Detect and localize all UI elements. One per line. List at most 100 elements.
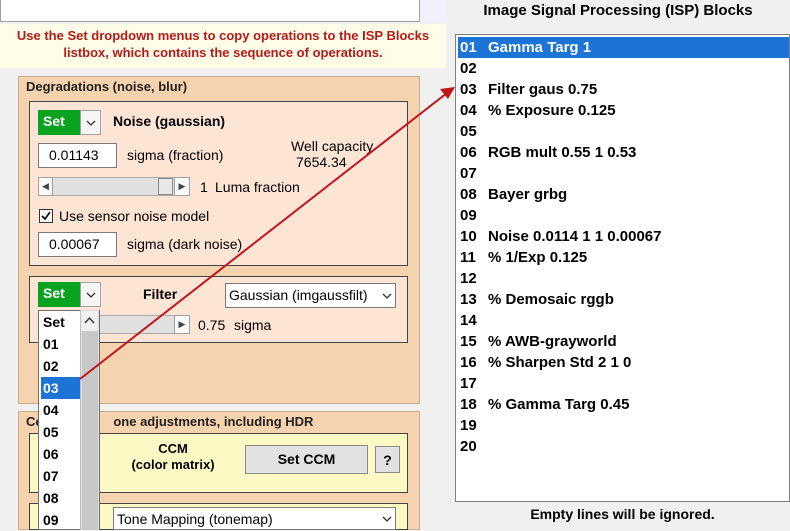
color-tone-title-rest: one adjustments, including HDR xyxy=(113,414,314,429)
sensor-noise-checkbox[interactable] xyxy=(39,209,53,223)
dropdown-item[interactable]: 05 xyxy=(43,421,79,443)
chevron-up-icon[interactable] xyxy=(81,311,98,331)
isp-row-text: % AWB-grayworld xyxy=(488,333,617,350)
help-button[interactable]: ? xyxy=(375,446,400,473)
isp-row-text: Gamma Targ 1 xyxy=(488,39,592,56)
dropdown-item[interactable]: 07 xyxy=(43,465,79,487)
luma-label: Luma fraction xyxy=(215,179,300,195)
isp-row-text: % 1/Exp 0.125 xyxy=(488,249,588,266)
filter-sigma-value: 0.75 xyxy=(198,317,226,333)
instructions-text: Use the Set dropdown menus to copy opera… xyxy=(0,24,446,68)
isp-row[interactable]: 07 xyxy=(458,163,789,184)
chevron-down-icon[interactable] xyxy=(379,509,395,528)
filter-type-value: Gaussian (imgaussfilt) xyxy=(229,287,368,303)
isp-title: Image Signal Processing (ISP) Blocks xyxy=(483,2,753,19)
filter-sigma-label: sigma xyxy=(234,317,272,333)
isp-row-text: % Gamma Targ 0.45 xyxy=(488,396,630,413)
ccm-label-line-1: CCM xyxy=(158,441,188,456)
isp-row-number: 12 xyxy=(460,270,477,287)
isp-row[interactable]: 10 Noise 0.0114 1 1 0.00067 xyxy=(458,226,789,247)
dropdown-item[interactable]: 09 xyxy=(43,509,79,531)
isp-row[interactable]: 11 % 1/Exp 0.125 xyxy=(458,247,789,268)
ccm-label: CCM (color matrix) xyxy=(113,441,233,473)
instructions-line-1: Use the Set dropdown menus to copy opera… xyxy=(16,28,430,43)
slider-thumb[interactable] xyxy=(158,178,173,195)
isp-row[interactable]: 04 % Exposure 0.125 xyxy=(458,100,789,121)
dark-noise-label: sigma (dark noise) xyxy=(127,236,243,252)
set-ccm-button[interactable]: Set CCM xyxy=(245,445,368,474)
isp-row[interactable]: 20 xyxy=(458,436,789,457)
isp-row-text: % Sharpen Std 2 1 0 xyxy=(488,354,632,371)
slider-right-icon[interactable]: ▶ xyxy=(174,315,190,334)
isp-row[interactable]: 06 RGB mult 0.55 1 0.53 xyxy=(458,142,789,163)
filter-set-dropdown[interactable]: Set xyxy=(38,282,81,307)
dropdown-item[interactable]: 08 xyxy=(43,487,79,509)
isp-row-number: 09 xyxy=(460,207,477,224)
isp-row-number: 11 xyxy=(460,249,476,266)
instructions-line-2: listbox, which contains the sequence of … xyxy=(63,45,383,60)
dropdown-item[interactable]: Set xyxy=(43,311,79,333)
isp-row-number: 02 xyxy=(460,60,477,77)
isp-row-number: 03 xyxy=(460,81,477,98)
filter-type-select[interactable]: Gaussian (imgaussfilt) xyxy=(225,283,396,308)
isp-row-number: 13 xyxy=(460,291,477,308)
isp-blocks-listbox[interactable]: 01 Gamma Targ 1 02 03 Filter gaus 0.75 04 % Ex… xyxy=(455,34,790,502)
isp-row-number: 18 xyxy=(460,396,477,413)
isp-row[interactable]: 08 Bayer grbg xyxy=(458,184,789,205)
isp-row[interactable]: 12 xyxy=(458,268,789,289)
isp-row-number: 19 xyxy=(460,417,477,434)
slider-left-icon[interactable]: ◀ xyxy=(38,177,53,196)
isp-row-text: Noise 0.0114 1 1 0.00067 xyxy=(488,228,662,245)
isp-row-text: % Demosaic rggb xyxy=(488,291,614,308)
dropdown-scroll-thumb[interactable] xyxy=(82,331,98,530)
isp-row[interactable]: 09 xyxy=(458,205,789,226)
dropdown-item[interactable]: 06 xyxy=(43,443,79,465)
sensor-noise-label: Use sensor noise model xyxy=(59,208,210,224)
isp-row-number: 20 xyxy=(460,438,477,455)
isp-row[interactable]: 13 % Demosaic rggb xyxy=(458,289,789,310)
noise-sigma-field[interactable]: 0.01143 xyxy=(38,143,117,168)
slider-right-icon[interactable]: ▶ xyxy=(174,177,190,196)
isp-row-number: 01 xyxy=(460,39,477,56)
chevron-down-icon[interactable] xyxy=(378,284,395,307)
dropdown-item[interactable]: 02 xyxy=(43,355,79,377)
chevron-down-icon[interactable] xyxy=(80,110,101,135)
dropdown-item[interactable]: 03 xyxy=(41,377,81,399)
chevron-down-icon[interactable] xyxy=(80,282,101,307)
empty-lines-note: Empty lines will be ignored. xyxy=(530,506,715,522)
isp-row-number: 07 xyxy=(460,165,477,182)
isp-row[interactable]: 05 xyxy=(458,121,789,142)
isp-row-text: Filter gaus 0.75 xyxy=(488,81,598,98)
isp-row-number: 04 xyxy=(460,102,477,119)
isp-row-number: 10 xyxy=(460,228,477,245)
isp-row-number: 14 xyxy=(460,312,477,329)
top-input-box[interactable] xyxy=(0,0,420,22)
isp-row-number: 17 xyxy=(460,375,477,392)
isp-row[interactable]: 02 xyxy=(458,58,789,79)
noise-sigma-label: sigma (fraction) xyxy=(127,147,224,163)
well-capacity-value: 7654.34 xyxy=(296,154,347,170)
isp-row-number: 05 xyxy=(460,123,477,140)
top-strip xyxy=(420,0,446,22)
isp-row-text: Bayer grbg xyxy=(488,186,568,203)
isp-row[interactable]: 17 xyxy=(458,373,789,394)
isp-row-text: RGB mult 0.55 1 0.53 xyxy=(488,144,637,161)
filter-heading: Filter xyxy=(143,286,178,302)
degradations-title: Degradations (noise, blur) xyxy=(26,79,188,94)
isp-row[interactable]: 18 % Gamma Targ 0.45 xyxy=(458,394,789,415)
isp-row-text: % Exposure 0.125 xyxy=(488,102,616,119)
isp-row-number: 15 xyxy=(460,333,477,350)
isp-row[interactable]: 19 xyxy=(458,415,789,436)
noise-set-dropdown[interactable]: Set xyxy=(38,110,81,135)
isp-row-number: 06 xyxy=(460,144,477,161)
dark-noise-field[interactable]: 0.00067 xyxy=(38,232,117,257)
isp-row[interactable]: 15 % AWB-grayworld xyxy=(458,331,789,352)
tonemap-select[interactable]: Tone Mapping (tonemap) xyxy=(113,507,396,530)
dropdown-item[interactable]: 04 xyxy=(43,399,79,421)
isp-row[interactable]: 03 Filter gaus 0.75 xyxy=(458,79,789,100)
dropdown-item[interactable]: 01 xyxy=(43,333,79,355)
isp-row[interactable]: 01 Gamma Targ 1 xyxy=(458,37,789,58)
tonemap-value: Tone Mapping (tonemap) xyxy=(117,511,273,527)
isp-row[interactable]: 16 % Sharpen Std 2 1 0 xyxy=(458,352,789,373)
isp-row[interactable]: 14 xyxy=(458,310,789,331)
